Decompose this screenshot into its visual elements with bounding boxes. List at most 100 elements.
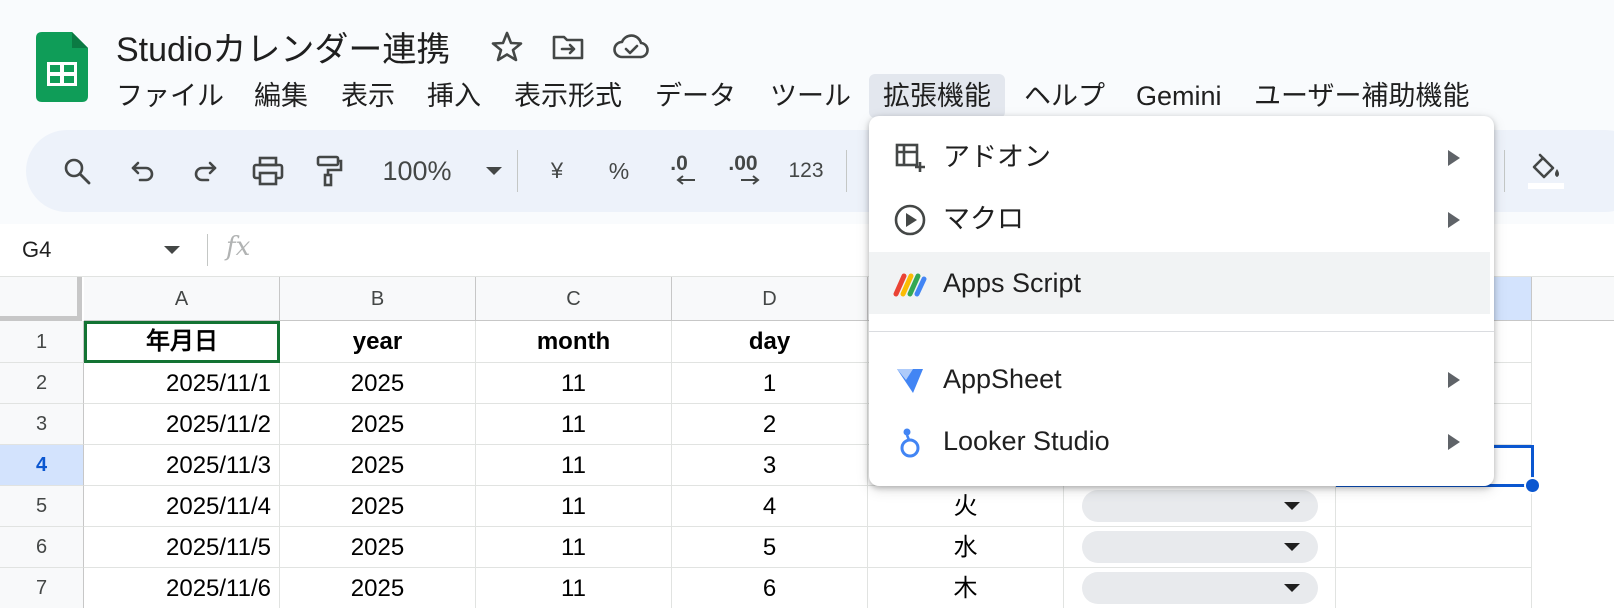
menu-tools[interactable]: ツール — [756, 74, 865, 118]
cell-e5[interactable]: 火 — [868, 486, 1064, 527]
cell-d4[interactable]: 3 — [672, 445, 868, 486]
format-percent-button[interactable]: % — [602, 130, 636, 212]
cell-a5[interactable]: 2025/11/4 — [84, 486, 280, 527]
top-bar: Studioカレンダー連携 ファイル 編集 表示 挿入 表示形式 データ ツール… — [0, 0, 1614, 128]
name-box[interactable]: G4 — [22, 224, 51, 276]
cell-g5[interactable] — [1336, 486, 1532, 527]
column-header-a[interactable]: A — [84, 277, 280, 321]
paint-format-button[interactable] — [312, 130, 346, 212]
menu-item-addons[interactable]: アドオン — [869, 126, 1490, 188]
cell-d5[interactable]: 4 — [672, 486, 868, 527]
cell-f7[interactable] — [1064, 568, 1336, 608]
menu-help[interactable]: ヘルプ — [1010, 74, 1119, 118]
row-header[interactable]: 5 — [0, 486, 84, 527]
more-formats-button[interactable]: 123 — [782, 130, 830, 212]
row-header[interactable]: 2 — [0, 363, 84, 404]
cell-d6[interactable]: 5 — [672, 527, 868, 568]
cell-c4[interactable]: 11 — [476, 445, 672, 486]
cell-e6[interactable]: 水 — [868, 527, 1064, 568]
cell-a6[interactable]: 2025/11/5 — [84, 527, 280, 568]
menu-item-appsheet[interactable]: AppSheet — [869, 348, 1490, 410]
cell-c6[interactable]: 11 — [476, 527, 672, 568]
menu-edit[interactable]: 編集 — [240, 74, 322, 118]
cell-d7[interactable]: 6 — [672, 568, 868, 608]
cell-c3[interactable]: 11 — [476, 404, 672, 445]
zoom-select[interactable]: 100% — [372, 130, 512, 212]
cell-d1[interactable]: day — [672, 321, 868, 363]
chevron-down-icon[interactable] — [164, 246, 180, 254]
cell-a7[interactable]: 2025/11/6 — [84, 568, 280, 608]
cell-a4[interactable]: 2025/11/3 — [84, 445, 280, 486]
search-icon — [64, 158, 91, 185]
increase-decimal-button[interactable]: .00 — [720, 130, 766, 212]
dropdown-chip[interactable] — [1082, 572, 1318, 604]
cell-d2[interactable]: 1 — [672, 363, 868, 404]
redo-button[interactable] — [188, 130, 222, 212]
column-header-d[interactable]: D — [672, 277, 868, 321]
cell-f5[interactable] — [1064, 486, 1336, 527]
menu-file[interactable]: ファイル — [102, 74, 238, 118]
cell-c7[interactable]: 11 — [476, 568, 672, 608]
decrease-decimal-button[interactable]: .0 — [658, 130, 700, 212]
cell-b2[interactable]: 2025 — [280, 363, 476, 404]
cell-c5[interactable]: 11 — [476, 486, 672, 527]
cell-c2[interactable]: 11 — [476, 363, 672, 404]
cell-e7[interactable]: 木 — [868, 568, 1064, 608]
menu-item-looker-studio[interactable]: Looker Studio — [869, 410, 1490, 472]
apps-script-icon — [893, 273, 927, 297]
menu-gemini[interactable]: Gemini — [1122, 74, 1236, 118]
cell-b4[interactable]: 2025 — [280, 445, 476, 486]
menu-item-macros[interactable]: マクロ — [869, 188, 1490, 250]
cell-b7[interactable]: 2025 — [280, 568, 476, 608]
formula-bar-divider — [207, 234, 208, 266]
star-icon[interactable] — [490, 30, 524, 64]
chevron-down-icon — [1284, 584, 1300, 592]
cloud-saved-icon[interactable] — [612, 30, 650, 64]
column-header-h[interactable] — [1532, 277, 1614, 321]
dropdown-chip[interactable] — [1082, 490, 1318, 522]
menu-view[interactable]: 表示 — [327, 74, 409, 118]
row-header[interactable]: 1 — [0, 321, 84, 363]
number-format-icon: 123 — [788, 159, 824, 182]
menu-data[interactable]: データ — [641, 74, 750, 118]
select-all-corner[interactable] — [0, 277, 82, 321]
cell-a3[interactable]: 2025/11/2 — [84, 404, 280, 445]
cell-b3[interactable]: 2025 — [280, 404, 476, 445]
paint-format-icon — [316, 155, 343, 187]
dropdown-chip[interactable] — [1082, 531, 1318, 563]
sheets-logo-icon[interactable] — [36, 32, 88, 102]
menu-insert[interactable]: 挿入 — [413, 74, 495, 118]
format-currency-button[interactable]: ¥ — [540, 130, 574, 212]
cell-d3[interactable]: 2 — [672, 404, 868, 445]
undo-button[interactable] — [126, 130, 160, 212]
column-header-c[interactable]: C — [476, 277, 672, 321]
row-header[interactable]: 3 — [0, 404, 84, 445]
menu-item-label: Looker Studio — [943, 426, 1110, 456]
document-title[interactable]: Studioカレンダー連携 — [116, 22, 450, 71]
menu-format[interactable]: 表示形式 — [500, 74, 636, 118]
row-header[interactable]: 6 — [0, 527, 84, 568]
cell-g7[interactable] — [1336, 568, 1532, 608]
fill-color-button[interactable] — [1526, 130, 1566, 212]
menu-extensions[interactable]: 拡張機能 — [869, 74, 1005, 118]
toolbar-divider — [1504, 150, 1505, 192]
cell-a2[interactable]: 2025/11/1 — [84, 363, 280, 404]
menu-accessibility[interactable]: ユーザー補助機能 — [1240, 74, 1483, 118]
fill-handle[interactable] — [1524, 477, 1541, 494]
cell-b6[interactable]: 2025 — [280, 527, 476, 568]
column-header-b[interactable]: B — [280, 277, 476, 321]
print-button[interactable] — [250, 130, 286, 212]
cell-b1[interactable]: year — [280, 321, 476, 363]
cell-a1[interactable]: 年月日 — [84, 321, 280, 363]
search-menus-button[interactable] — [60, 130, 94, 212]
menu-item-apps-script[interactable]: Apps Script — [869, 252, 1490, 314]
menu-item-label: Apps Script — [943, 268, 1082, 298]
move-folder-icon[interactable] — [551, 30, 585, 64]
cell-f6[interactable] — [1064, 527, 1336, 568]
toolbar-divider — [846, 150, 847, 192]
cell-g6[interactable] — [1336, 527, 1532, 568]
cell-c1[interactable]: month — [476, 321, 672, 363]
cell-b5[interactable]: 2025 — [280, 486, 476, 527]
row-header[interactable]: 7 — [0, 568, 84, 608]
row-header-selected[interactable]: 4 — [0, 445, 84, 486]
